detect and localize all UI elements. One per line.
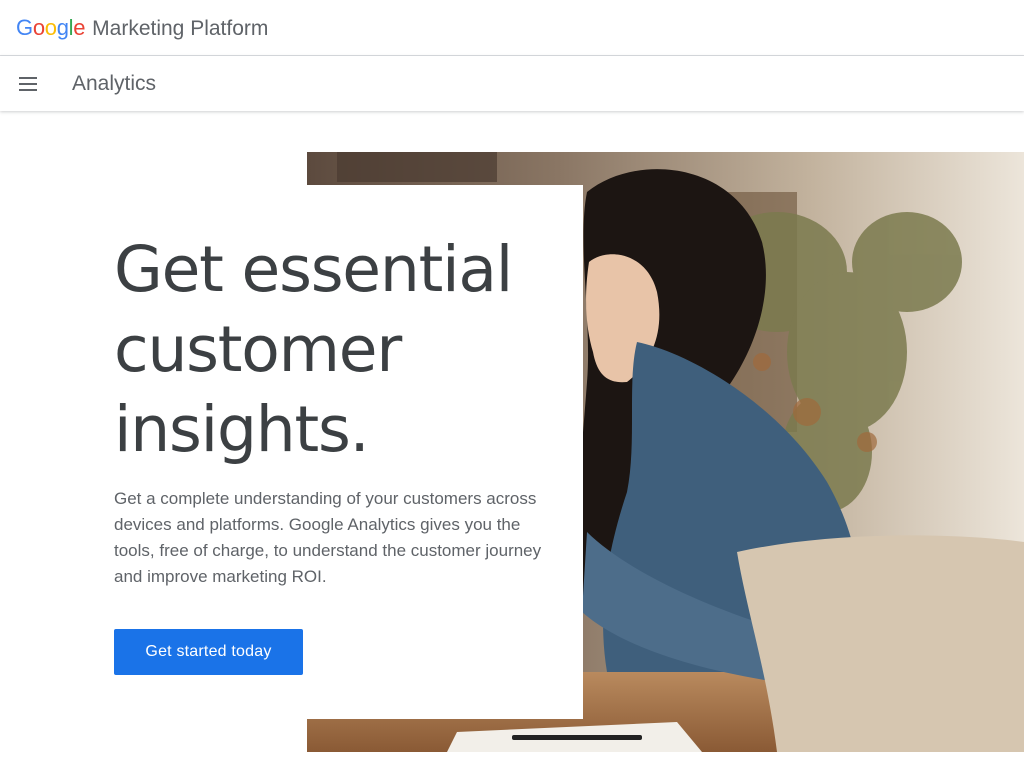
hamburger-menu-icon[interactable] bbox=[14, 70, 42, 98]
hero-description: Get a complete understanding of your cus… bbox=[114, 489, 542, 586]
headline-line: customer bbox=[114, 313, 402, 386]
google-logo: Google bbox=[16, 15, 85, 41]
logo-letter: g bbox=[56, 15, 69, 40]
headline-line: Get essential bbox=[114, 233, 513, 306]
headline-line: insights. bbox=[114, 393, 370, 466]
logo-letter: G bbox=[16, 15, 33, 40]
logo-letter: o bbox=[32, 15, 45, 40]
product-bar: Analytics bbox=[0, 56, 1024, 111]
logo-letter: e bbox=[73, 15, 86, 40]
top-bar: Google Marketing Platform bbox=[0, 0, 1024, 56]
google-marketing-platform-logo[interactable]: Google Marketing Platform bbox=[16, 15, 268, 42]
hero-headline: Get essential customer insights. bbox=[114, 230, 574, 470]
get-started-button[interactable]: Get started today bbox=[114, 629, 303, 675]
brand-text: Marketing Platform bbox=[92, 17, 269, 40]
logo-letter: o bbox=[44, 15, 57, 40]
product-title[interactable]: Analytics bbox=[72, 71, 156, 97]
